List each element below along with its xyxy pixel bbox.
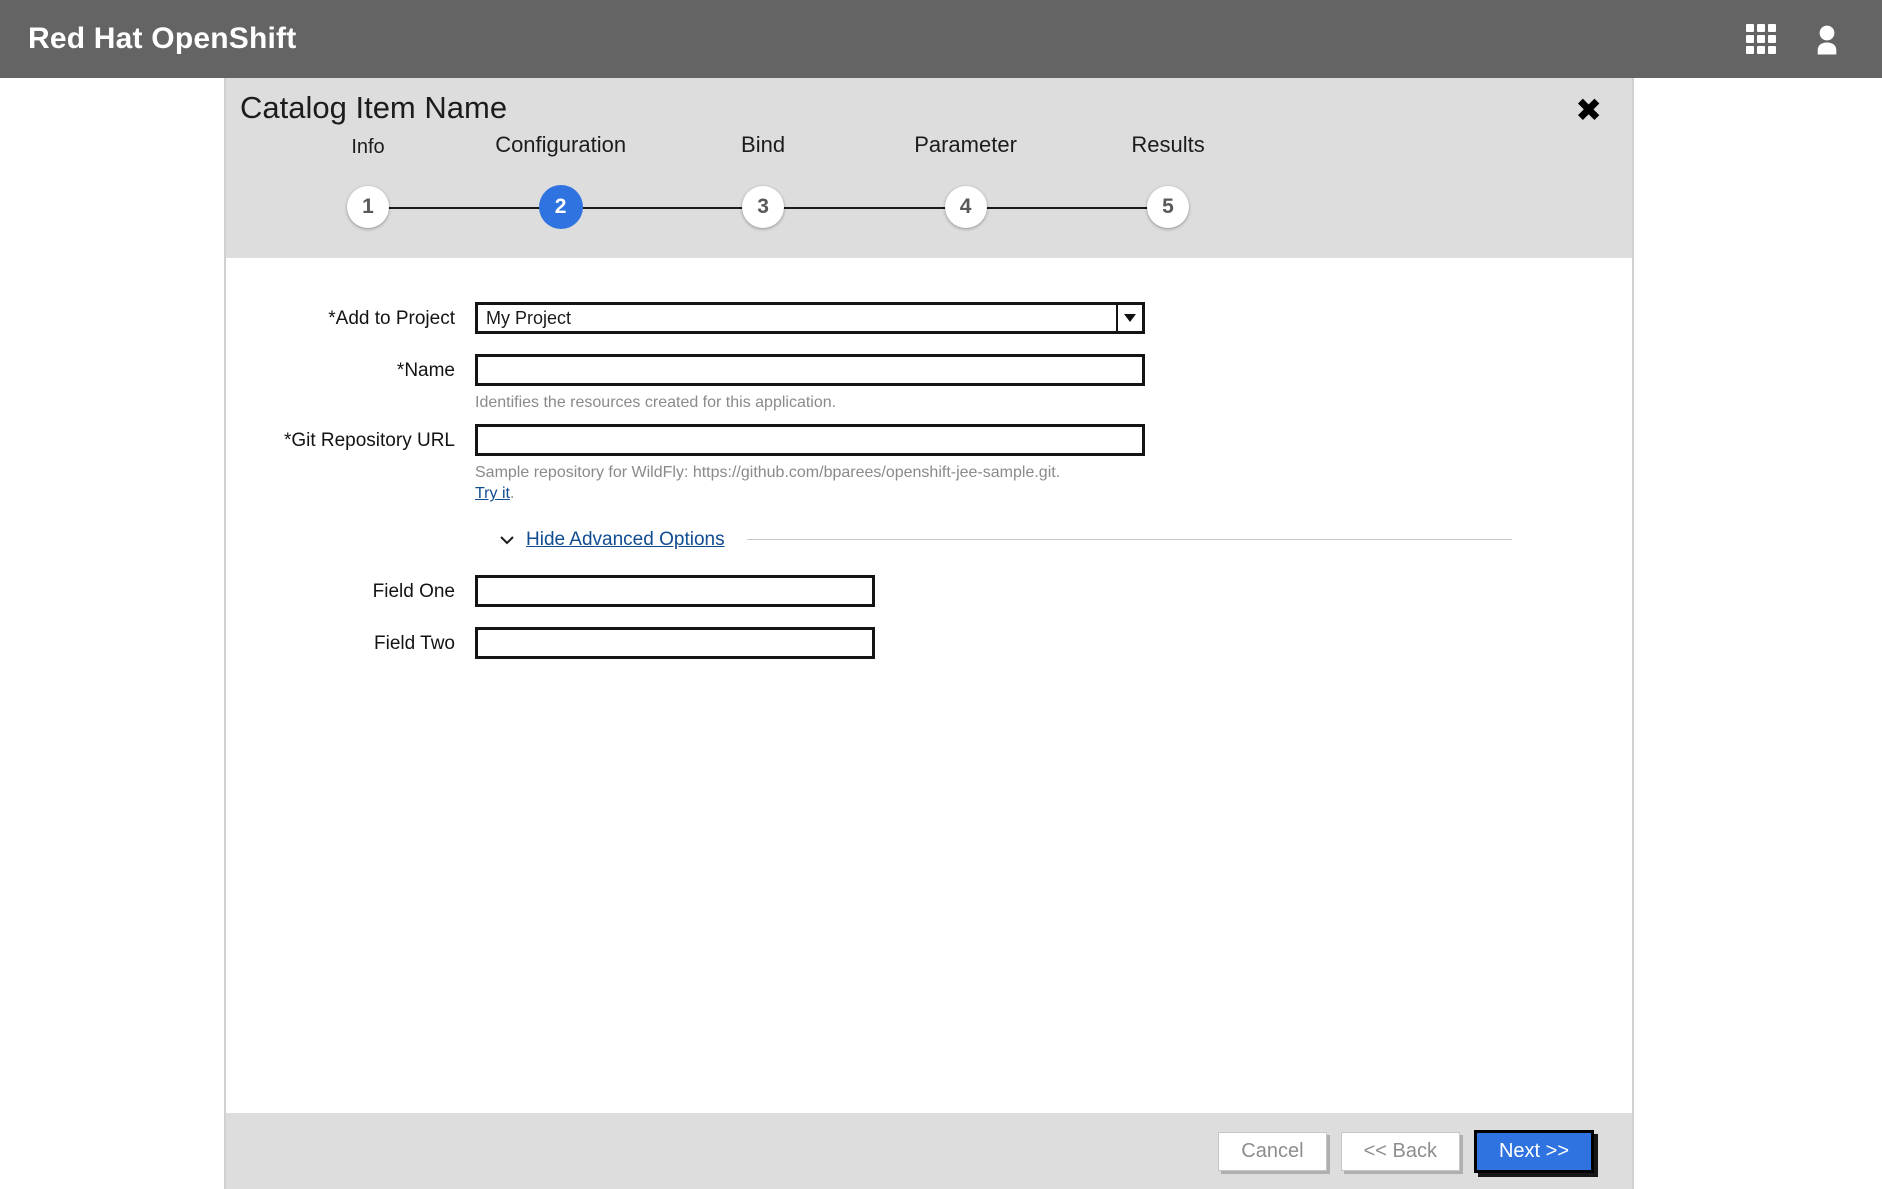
wizard-steps: Info Configuration Bind Parameter Result… xyxy=(226,130,1632,250)
try-it-suffix: . xyxy=(509,485,515,503)
git-url-label: *Git Repository URL xyxy=(283,429,455,451)
wizard-step-4[interactable]: 4 xyxy=(944,186,987,228)
dialog-header: Catalog Item Name ✖ Info Configuration B… xyxy=(226,78,1632,258)
step-connector-3-4 xyxy=(763,207,966,209)
name-help-text: Identifies the resources created for thi… xyxy=(475,394,837,411)
chevron-down-icon[interactable] xyxy=(1116,305,1142,331)
toggle-advanced-options-link[interactable]: Hide Advanced Options xyxy=(526,529,725,551)
project-label: *Add to Project xyxy=(328,308,455,329)
wizard-step-5[interactable]: 5 xyxy=(1147,186,1190,228)
masthead: Red Hat OpenShift xyxy=(0,0,1882,78)
name-input[interactable] xyxy=(475,354,1145,386)
wizard-step-3[interactable]: 3 xyxy=(742,186,785,228)
advanced-options-divider xyxy=(746,539,1512,541)
try-it-link[interactable]: Try it xyxy=(475,485,510,502)
name-control: Identifies the resources created for thi… xyxy=(475,354,1632,414)
step-connector-2-3 xyxy=(560,207,764,209)
next-button[interactable]: Next >> xyxy=(1473,1129,1594,1173)
field-row-name: *Name Identifies the resources created f… xyxy=(226,354,1632,414)
project-control: My Project xyxy=(475,302,1632,334)
git-url-help-text: Sample repository for WildFly: https://g… xyxy=(475,462,1632,505)
field-one-label: Field One xyxy=(372,580,455,602)
chevron-down-icon xyxy=(500,536,514,545)
advanced-options-toggle-row: Hide Advanced Options xyxy=(498,529,1632,551)
wizard-step-1[interactable]: 1 xyxy=(347,186,389,228)
advanced-fields: Field One Field Two xyxy=(226,574,1632,661)
app-launcher-button[interactable] xyxy=(1746,24,1776,54)
page-title: Catalog Item Name xyxy=(240,90,508,125)
field-two-input[interactable] xyxy=(475,626,875,659)
wizard-step-2[interactable]: 2 xyxy=(538,185,583,229)
user-menu-button[interactable] xyxy=(1812,23,1842,55)
step-connector-4-5 xyxy=(965,207,1168,209)
field-one-control xyxy=(475,574,1632,607)
cancel-button[interactable]: Cancel xyxy=(1218,1131,1327,1171)
git-url-input[interactable] xyxy=(475,423,1145,456)
field-row-project: *Add to Project My Project xyxy=(226,302,1632,336)
git-url-help-sentence: Sample repository for WildFly: https://g… xyxy=(475,463,1061,481)
brand-title: Red Hat OpenShift xyxy=(28,22,297,55)
wizard-configuration-form: *Add to Project My Project *Name Identif… xyxy=(226,258,1632,1113)
name-label: *Name xyxy=(396,360,455,381)
close-icon[interactable]: ✖ xyxy=(1569,92,1608,128)
git-url-control: Sample repository for WildFly: https://g… xyxy=(475,423,1632,505)
catalog-wizard-dialog: Catalog Item Name ✖ Info Configuration B… xyxy=(224,78,1634,1189)
masthead-actions xyxy=(1746,23,1842,55)
wizard-step-label-info: Info xyxy=(351,136,385,158)
field-two-label: Field Two xyxy=(374,632,455,654)
wizard-step-label-parameter: Parameter xyxy=(914,132,1017,157)
back-button[interactable]: << Back xyxy=(1340,1131,1460,1171)
grid-icon xyxy=(1746,24,1776,54)
field-row-field-one: Field One xyxy=(226,574,1632,609)
wizard-step-label-bind: Bind xyxy=(741,132,786,157)
field-one-input[interactable] xyxy=(475,574,875,607)
field-two-control xyxy=(475,626,1632,659)
user-icon xyxy=(1817,25,1837,55)
wizard-step-label-configuration: Configuration xyxy=(495,132,627,157)
field-row-git-url: *Git Repository URL Sample repository fo… xyxy=(226,423,1632,505)
project-select[interactable]: My Project xyxy=(475,302,1145,334)
field-row-field-two: Field Two xyxy=(226,626,1632,661)
dialog-footer: Cancel << Back Next >> xyxy=(226,1113,1632,1189)
wizard-step-label-results: Results xyxy=(1131,132,1205,157)
wizard-step-labels: Info Configuration Bind Parameter Result… xyxy=(226,130,1632,176)
project-select-value: My Project xyxy=(486,307,572,328)
step-connector-1-2 xyxy=(368,207,561,209)
wizard-step-track: 1 2 3 4 5 xyxy=(226,185,1632,230)
